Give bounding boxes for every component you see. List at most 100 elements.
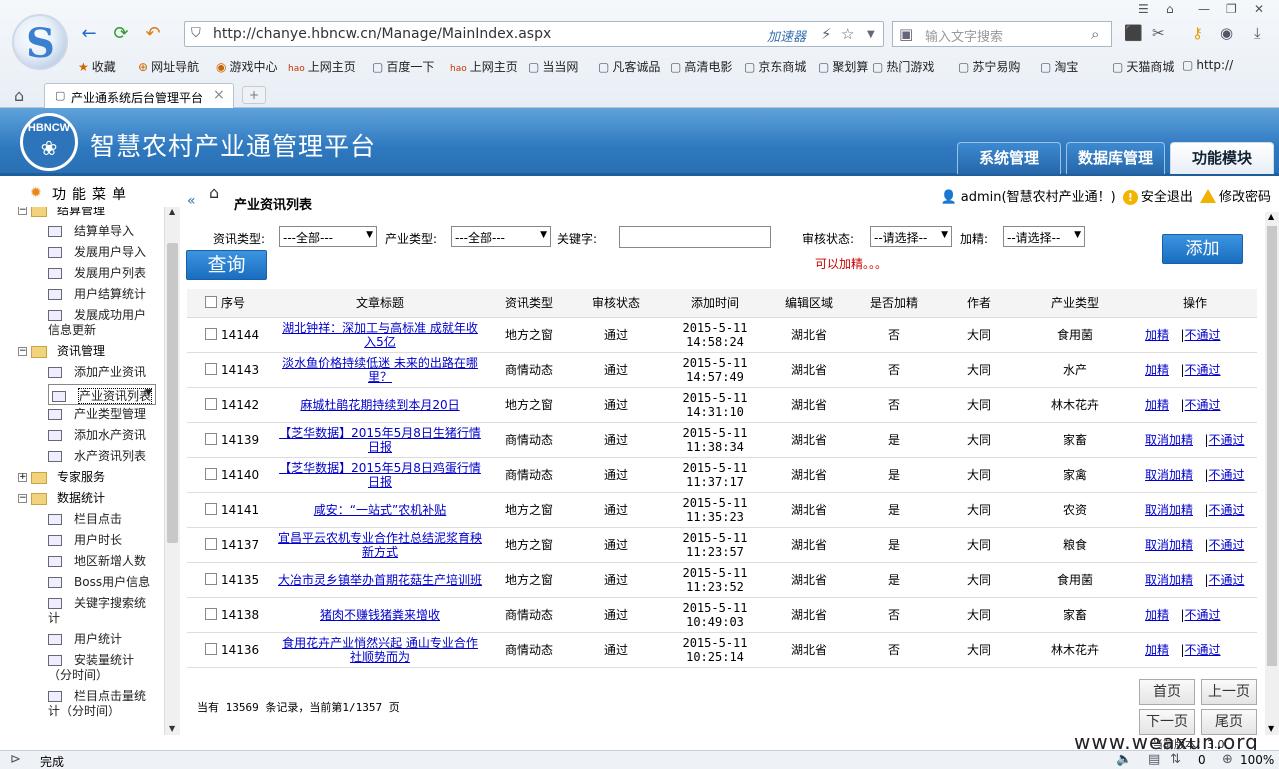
browser-logo[interactable]: S [12, 14, 68, 70]
new-tab-button[interactable]: + [242, 86, 266, 104]
minimize-icon[interactable]: — [1198, 2, 1210, 16]
article-title-link[interactable]: 淡水鱼价格持续低迷 未来的出路在哪里？ [282, 356, 478, 384]
article-title-link[interactable]: 湖北钟祥：深加工与高标准 成就年收入5亿 [282, 321, 478, 349]
bookmark-item[interactable]: ▢ 天猫商城 [1112, 58, 1174, 75]
address-bar[interactable]: ⛉ http://chanye.hbncw.cn/Manage/MainInde… [184, 21, 884, 47]
skin-icon[interactable]: ⌂ [1166, 2, 1174, 16]
home-icon[interactable]: ⌂ [209, 183, 219, 202]
jing-toggle-link[interactable]: 取消加精 [1145, 573, 1193, 587]
reject-link[interactable]: 不通过 [1209, 538, 1245, 552]
article-title-link[interactable]: 猪肉不赚钱猪粪来增收 [320, 608, 440, 622]
tab-system[interactable]: 系统管理 [957, 142, 1061, 174]
scroll-up-icon[interactable]: ▲ [1268, 212, 1274, 221]
toolbar-icon-1[interactable]: ⬛ [1124, 24, 1143, 42]
scroll-thumb[interactable] [167, 243, 178, 543]
row-checkbox[interactable] [205, 327, 217, 340]
menu-item[interactable]: 发展用户列表 [48, 264, 146, 281]
article-title-link[interactable]: 咸安：“一站式”农机补贴 [314, 503, 446, 517]
reject-link[interactable]: 不通过 [1209, 433, 1245, 447]
row-checkbox[interactable] [205, 607, 217, 620]
menu-item[interactable]: Boss用户信息 [48, 573, 150, 590]
reject-link[interactable]: 不通过 [1209, 503, 1245, 517]
menu-item[interactable]: 用户时长 [48, 531, 122, 548]
search-box[interactable]: ▣ 输入文字搜索 ⌕ [892, 21, 1112, 47]
collapse-icon[interactable]: « [187, 193, 196, 209]
accelerator-label[interactable]: 加速器 [767, 26, 806, 45]
bookmark-item[interactable]: ▢ 百度一下 [372, 58, 434, 75]
download-icon[interactable]: ⤓ [1254, 24, 1261, 42]
undo-icon[interactable]: ↶ [142, 24, 164, 44]
bookmark-item[interactable]: ▢ 苏宁易购 [958, 58, 1020, 75]
change-password-link[interactable]: 修改密码 [1219, 190, 1271, 205]
reject-link[interactable]: 不通过 [1185, 328, 1221, 342]
home-icon[interactable]: ⌂ [14, 86, 24, 105]
menu-item[interactable]: 添加水产资讯 [48, 426, 146, 443]
back-icon[interactable]: ← [78, 24, 100, 44]
reject-link[interactable]: 不通过 [1185, 608, 1221, 622]
row-checkbox[interactable] [205, 432, 217, 445]
volume-icon[interactable]: 🔈 [1116, 752, 1132, 767]
industry-select[interactable]: ---全部--- [451, 226, 551, 247]
bookmark-item[interactable]: ▢ 聚划算 [818, 58, 868, 75]
logout-link[interactable]: 安全退出 [1141, 190, 1193, 205]
jing-toggle-link[interactable]: 加精 [1145, 643, 1169, 657]
jing-toggle-link[interactable]: 取消加精 [1145, 433, 1193, 447]
menu-item[interactable]: 水产资讯列表 [48, 447, 146, 464]
star-icon[interactable]: ☆ [841, 25, 854, 43]
zoom-level[interactable]: 100% [1240, 753, 1274, 767]
first-page-button[interactable]: 首页 [1139, 679, 1195, 705]
close-tab-icon[interactable]: × [213, 87, 225, 103]
tab-functions[interactable]: 功能模块 [1170, 142, 1274, 174]
select-all-checkbox[interactable] [205, 296, 217, 309]
row-checkbox[interactable] [205, 397, 217, 410]
jing-toggle-link[interactable]: 加精 [1145, 398, 1169, 412]
reject-link[interactable]: 不通过 [1209, 573, 1245, 587]
article-title-link[interactable]: 大冶市灵乡镇举办首期花菇生产培训班 [278, 573, 482, 587]
scroll-down-icon[interactable]: ▼ [169, 724, 175, 733]
jing-toggle-link[interactable]: 加精 [1145, 363, 1169, 377]
tray-icon[interactable]: ▤ [1148, 752, 1160, 767]
type-select[interactable]: ---全部--- [279, 226, 377, 247]
menu-item[interactable]: 添加产业资讯 [48, 363, 146, 380]
bookmark-item[interactable]: ▢ 高清电影 [670, 58, 732, 75]
bookmark-item[interactable]: ▢ 当当网 [528, 58, 578, 75]
refresh-icon[interactable]: ⟳ [110, 24, 132, 44]
expand-icon[interactable]: − [18, 494, 27, 503]
keyword-input[interactable] [619, 226, 771, 248]
menu-item[interactable]: 结算单导入 [48, 222, 134, 239]
menu-icon[interactable]: ☰ [1138, 2, 1149, 16]
row-checkbox[interactable] [205, 572, 217, 585]
bookmark-item[interactable]: ◉ 游戏中心 [216, 58, 278, 75]
jing-toggle-link[interactable]: 取消加精 [1145, 503, 1193, 517]
network-icon[interactable]: ⇅ [1170, 752, 1181, 767]
maximize-icon[interactable]: ❐ [1226, 2, 1237, 16]
menu-group[interactable]: + 专家服务 [18, 468, 105, 485]
menu-group[interactable]: − 数据统计 [18, 489, 105, 506]
row-checkbox[interactable] [205, 502, 217, 515]
article-title-link[interactable]: 食用花卉产业悄然兴起 通山专业合作社顺势而为 [282, 636, 478, 664]
menu-item[interactable]: 地区新增人数 [48, 552, 146, 569]
menu-item[interactable]: 关键字搜索统 [48, 594, 146, 611]
scroll-down-icon[interactable]: ▼ [1268, 724, 1274, 733]
jing-select[interactable]: --请选择-- [1003, 226, 1085, 247]
audit-select[interactable]: --请选择-- [870, 226, 952, 247]
row-checkbox[interactable] [205, 362, 217, 375]
bookmark-item[interactable]: ▢ 凡客诚品 [598, 58, 660, 75]
tab-database[interactable]: 数据库管理 [1066, 142, 1165, 174]
jing-toggle-link[interactable]: 加精 [1145, 608, 1169, 622]
reject-link[interactable]: 不通过 [1185, 398, 1221, 412]
bookmark-item[interactable]: ▢ http:// [1182, 58, 1233, 72]
expand-icon[interactable]: + [18, 473, 27, 482]
menu-item[interactable]: 发展用户导入 [48, 243, 146, 260]
row-checkbox[interactable] [205, 642, 217, 655]
article-title-link[interactable]: 【芝华数据】2015年5月8日鸡蛋行情日报 [279, 461, 481, 489]
bookmark-item[interactable]: hao 上网主页 [288, 58, 356, 75]
zoom-icon[interactable]: ⊕ [1222, 752, 1233, 767]
add-button[interactable]: 添加 [1162, 234, 1243, 264]
expand-icon[interactable]: − [18, 347, 27, 356]
menu-item[interactable]: 用户统计 [48, 630, 122, 647]
bookmark-item[interactable]: ★ 收藏 [78, 58, 116, 75]
prev-page-button[interactable]: 上一页 [1201, 679, 1257, 705]
lightning-icon[interactable]: ⚡ [821, 25, 832, 43]
scroll-thumb[interactable] [1267, 226, 1277, 666]
